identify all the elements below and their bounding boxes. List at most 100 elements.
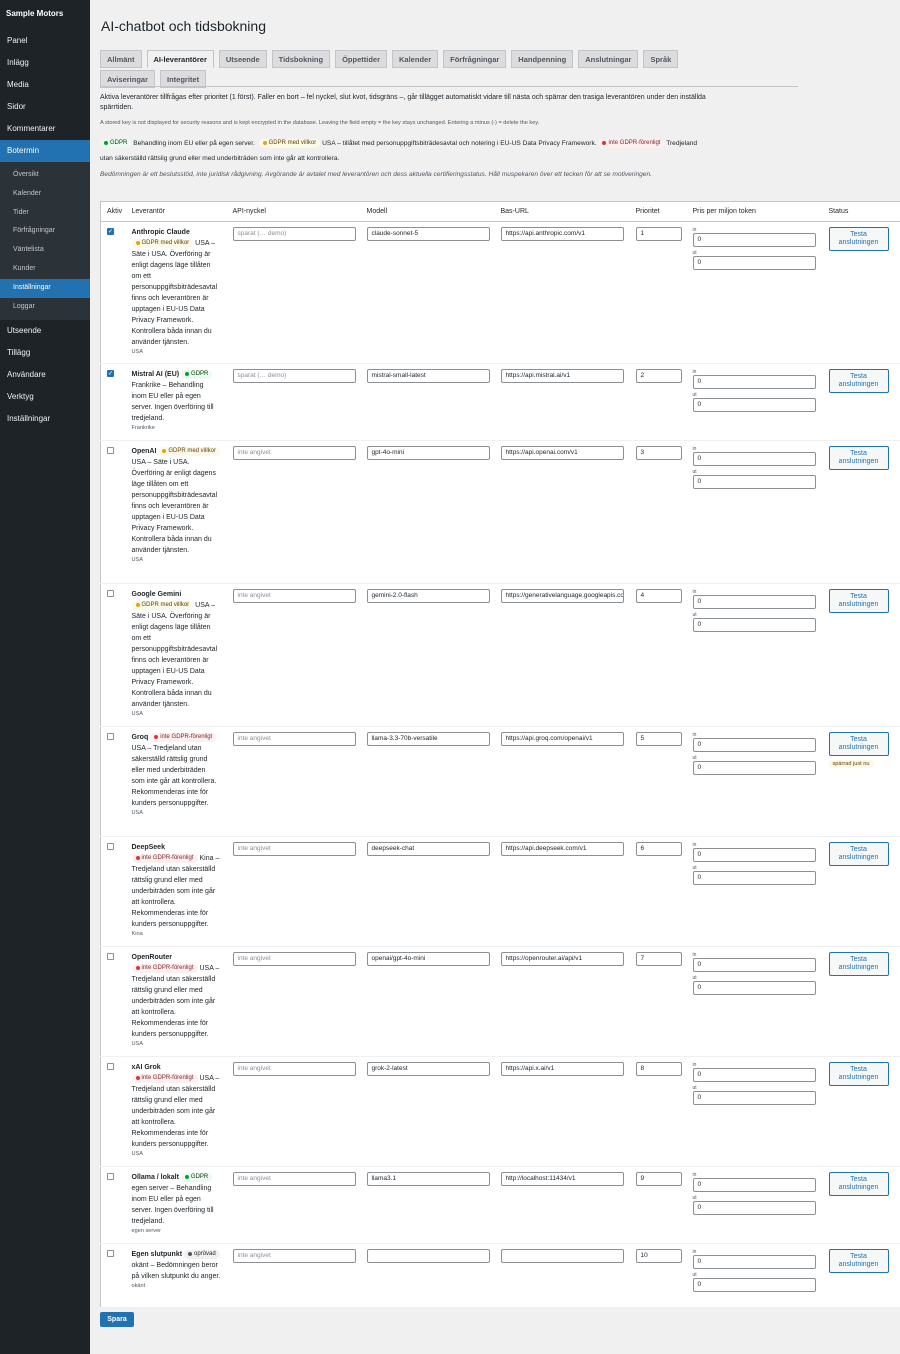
active-checkbox[interactable]: [107, 843, 114, 850]
api-key-input[interactable]: sparat (… demo): [232, 369, 356, 383]
sidebar-subitem-7[interactable]: Loggar: [0, 298, 90, 317]
price-in-input[interactable]: 0: [692, 375, 816, 389]
base-url-input[interactable]: https://api.openai.com/v1: [500, 446, 624, 460]
price-in-input[interactable]: 0: [692, 1255, 816, 1269]
api-key-input[interactable]: inte angivet: [232, 732, 356, 746]
priority-input[interactable]: 7: [635, 952, 682, 966]
base-url-input[interactable]: [500, 1249, 624, 1263]
sidebar-item-5[interactable]: Botermin: [0, 140, 90, 162]
test-connection-button[interactable]: Testa anslutningen: [828, 589, 889, 613]
price-in-input[interactable]: 0: [692, 848, 816, 862]
price-out-input[interactable]: 0: [692, 761, 816, 775]
tab-8[interactable]: Anslutningar: [578, 50, 639, 68]
tab-6[interactable]: Förfrågningar: [443, 50, 507, 68]
sidebar-item-0[interactable]: Panel: [0, 30, 90, 52]
base-url-input[interactable]: http://localhost:11434/v1: [500, 1172, 624, 1186]
sidebar-subitem-2[interactable]: Tider: [0, 204, 90, 223]
sidebar-subitem-3[interactable]: Förfrågningar: [0, 222, 90, 241]
price-in-input[interactable]: 0: [692, 233, 816, 247]
tab-3[interactable]: Tidsbokning: [271, 50, 331, 68]
base-url-input[interactable]: https://api.deepseek.com/v1: [500, 842, 624, 856]
price-out-input[interactable]: 0: [692, 256, 816, 270]
sidebar-subitem-0[interactable]: Översikt: [0, 166, 90, 185]
priority-input[interactable]: 4: [635, 589, 682, 603]
site-brand[interactable]: Sample Motors: [0, 0, 90, 30]
price-out-input[interactable]: 0: [692, 871, 816, 885]
active-checkbox[interactable]: [107, 1173, 114, 1180]
sidebar-item-lower-1[interactable]: Tillägg: [0, 342, 90, 364]
price-in-input[interactable]: 0: [692, 1178, 816, 1192]
test-connection-button[interactable]: Testa anslutningen: [828, 227, 889, 251]
save-button[interactable]: Spara: [100, 1312, 134, 1327]
active-checkbox[interactable]: [107, 1250, 114, 1257]
model-input[interactable]: llama3.1: [366, 1172, 490, 1186]
base-url-input[interactable]: https://api.groq.com/openai/v1: [500, 732, 624, 746]
test-connection-button[interactable]: Testa anslutningen: [828, 1249, 889, 1273]
price-out-input[interactable]: 0: [692, 1201, 816, 1215]
sidebar-subitem-1[interactable]: Kalender: [0, 185, 90, 204]
priority-input[interactable]: 5: [635, 732, 682, 746]
test-connection-button[interactable]: Testa anslutningen: [828, 369, 889, 393]
model-input[interactable]: mistral-small-latest: [366, 369, 490, 383]
price-in-input[interactable]: 0: [692, 452, 816, 466]
base-url-input[interactable]: https://openrouter.ai/api/v1: [500, 952, 624, 966]
sidebar-subitem-5[interactable]: Kunder: [0, 260, 90, 279]
model-input[interactable]: gpt-4o-mini: [366, 446, 490, 460]
test-connection-button[interactable]: Testa anslutningen: [828, 446, 889, 470]
api-key-input[interactable]: inte angivet: [232, 1249, 356, 1263]
priority-input[interactable]: 10: [635, 1249, 682, 1263]
sidebar-item-lower-3[interactable]: Verktyg: [0, 386, 90, 408]
model-input[interactable]: llama-3.3-70b-versatile: [366, 732, 490, 746]
api-key-input[interactable]: inte angivet: [232, 1062, 356, 1076]
active-checkbox[interactable]: [107, 370, 114, 377]
base-url-input[interactable]: https://api.x.ai/v1: [500, 1062, 624, 1076]
priority-input[interactable]: 3: [635, 446, 682, 460]
active-checkbox[interactable]: [107, 228, 114, 235]
test-connection-button[interactable]: Testa anslutningen: [828, 952, 889, 976]
tab-9[interactable]: Språk: [643, 50, 679, 68]
price-in-input[interactable]: 0: [692, 1068, 816, 1082]
base-url-input[interactable]: https://api.anthropic.com/v1: [500, 227, 624, 241]
api-key-input[interactable]: inte angivet: [232, 842, 356, 856]
tab-1[interactable]: AI-leverantörer: [146, 50, 214, 68]
sidebar-subitem-4[interactable]: Väntelista: [0, 241, 90, 260]
tab-2[interactable]: Utseende: [218, 50, 267, 68]
api-key-input[interactable]: sparat (… demo): [232, 227, 356, 241]
priority-input[interactable]: 6: [635, 842, 682, 856]
sidebar-subitem-6[interactable]: Inställningar: [0, 278, 90, 298]
model-input[interactable]: grok-2-latest: [366, 1062, 490, 1076]
sidebar-item-1[interactable]: Inlägg: [0, 52, 90, 74]
sidebar-item-3[interactable]: Sidor: [0, 96, 90, 118]
price-in-input[interactable]: 0: [692, 738, 816, 752]
price-out-input[interactable]: 0: [692, 618, 816, 632]
active-checkbox[interactable]: [107, 447, 114, 454]
priority-input[interactable]: 2: [635, 369, 682, 383]
active-checkbox[interactable]: [107, 590, 114, 597]
sidebar-item-2[interactable]: Media: [0, 74, 90, 96]
api-key-input[interactable]: inte angivet: [232, 952, 356, 966]
active-checkbox[interactable]: [107, 953, 114, 960]
tab-0[interactable]: Allmänt: [100, 50, 142, 68]
price-out-input[interactable]: 0: [692, 398, 816, 412]
active-checkbox[interactable]: [107, 733, 114, 740]
priority-input[interactable]: 9: [635, 1172, 682, 1186]
sidebar-item-lower-2[interactable]: Användare: [0, 364, 90, 386]
price-out-input[interactable]: 0: [692, 1278, 816, 1292]
price-out-input[interactable]: 0: [692, 1091, 816, 1105]
model-input[interactable]: claude-sonnet-5: [366, 227, 490, 241]
test-connection-button[interactable]: Testa anslutningen: [828, 1172, 889, 1196]
price-in-input[interactable]: 0: [692, 595, 816, 609]
api-key-input[interactable]: inte angivet: [232, 446, 356, 460]
api-key-input[interactable]: inte angivet: [232, 1172, 356, 1186]
test-connection-button[interactable]: Testa anslutningen: [828, 842, 889, 866]
api-key-input[interactable]: inte angivet: [232, 589, 356, 603]
base-url-input[interactable]: https://api.mistral.ai/v1: [500, 369, 624, 383]
test-connection-button[interactable]: Testa anslutningen: [828, 1062, 889, 1086]
tab-4[interactable]: Öppettider: [335, 50, 388, 68]
base-url-input[interactable]: https://generativelanguage.googleapis.co…: [500, 589, 624, 603]
test-connection-button[interactable]: Testa anslutningen: [828, 732, 889, 756]
tab-7[interactable]: Handpenning: [511, 50, 574, 68]
price-out-input[interactable]: 0: [692, 475, 816, 489]
model-input[interactable]: deepseek-chat: [366, 842, 490, 856]
model-input[interactable]: [366, 1249, 490, 1263]
